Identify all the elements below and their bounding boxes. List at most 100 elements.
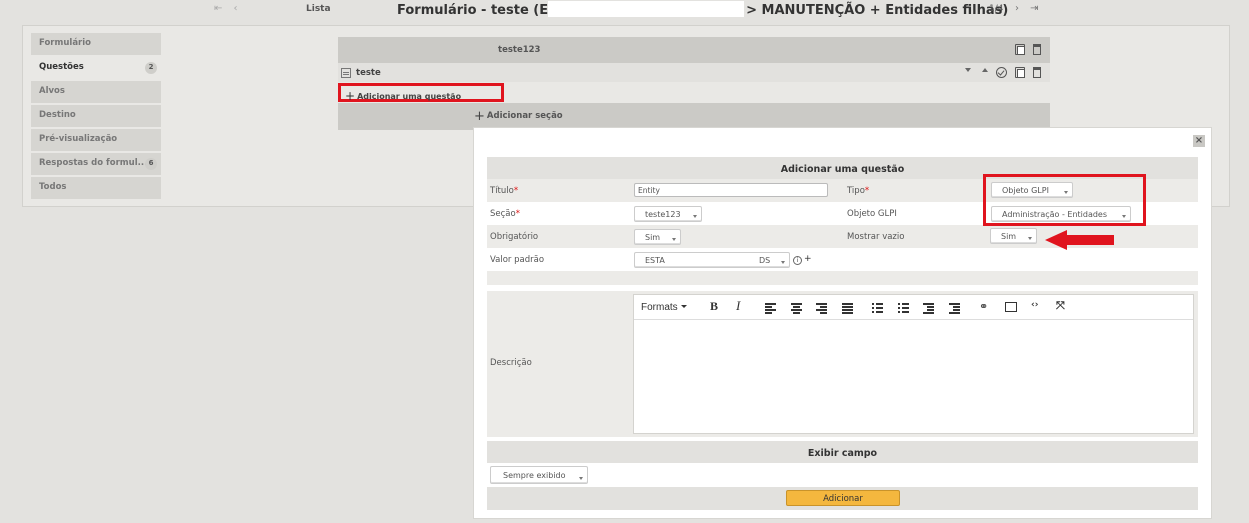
add-question-button[interactable]: + Adicionar uma questão	[338, 83, 504, 103]
mostrar-vazio-label: Mostrar vazio	[847, 232, 905, 242]
adicionar-button[interactable]: Adicionar	[786, 490, 900, 506]
sidebar-item-label: Destino	[39, 110, 76, 120]
delete-section-icon[interactable]	[1033, 44, 1041, 55]
secao-select-value: teste123	[645, 210, 681, 219]
sidebar-item-destino[interactable]: Destino	[31, 105, 161, 127]
exibir-campo-title: Exibir campo	[487, 441, 1198, 463]
redacted-area	[548, 1, 745, 17]
section-block: teste123 teste + Adicionar uma questão + A…	[338, 37, 1050, 132]
add-question-row: + Adicionar uma questão	[338, 82, 1050, 103]
info-icon[interactable]: i	[793, 256, 802, 265]
link-icon[interactable]: ⚭	[979, 300, 988, 313]
formats-dropdown[interactable]: Formats	[641, 302, 687, 313]
objeto-glpi-label: Objeto GLPI	[847, 209, 897, 219]
section-title: teste123	[498, 45, 541, 55]
plus-icon: +	[345, 89, 356, 103]
next-last-arrows[interactable]: › ⇥	[1015, 3, 1043, 14]
first-prev-arrows[interactable]: ⇤ ‹	[214, 3, 242, 14]
secao-label: Seção*	[490, 209, 520, 219]
question-label[interactable]: teste	[356, 68, 381, 78]
delete-question-icon[interactable]	[1033, 67, 1041, 78]
sidebar-item-label: Formulário	[39, 38, 91, 48]
question-row: teste	[338, 63, 1050, 82]
valor-padrao-select[interactable]: ESTA DS	[634, 252, 790, 268]
rich-text-editor[interactable]: Formats B I ⚭ ‹› ⤧	[633, 294, 1194, 434]
section-header: teste123	[338, 37, 1050, 63]
title-end: > MANUTENÇÃO + Entidades filhas)	[746, 3, 1009, 18]
chevron-down-icon	[672, 238, 676, 241]
align-center-icon[interactable]	[791, 303, 802, 314]
sidebar-item-questoes[interactable]: Questões 2	[31, 57, 161, 79]
obrigatorio-select-value: Sim	[645, 233, 661, 242]
code-icon[interactable]: ‹›	[1031, 300, 1038, 310]
titulo-input[interactable]: Entity	[634, 183, 828, 197]
required-mark: *	[515, 209, 520, 219]
required-toggle-icon[interactable]	[996, 67, 1007, 78]
justify-icon[interactable]	[842, 303, 853, 314]
question-drag-icon[interactable]	[341, 68, 351, 78]
description-row: Descrição Formats B I ⚭ ‹› ⤧	[487, 291, 1198, 437]
valor-padrao-value-end: DS	[759, 256, 771, 265]
highlight-box	[983, 174, 1146, 226]
italic-icon[interactable]: I	[736, 298, 740, 314]
required-mark: *	[513, 186, 519, 196]
count-badge: 6	[145, 158, 157, 170]
move-up-icon[interactable]	[982, 68, 988, 72]
duplicate-question-icon[interactable]	[1015, 67, 1025, 78]
add-section-button[interactable]: + Adicionar seção	[474, 109, 563, 124]
align-right-icon[interactable]	[816, 303, 827, 314]
add-section-row: + Adicionar seção	[338, 103, 1050, 130]
chevron-down-icon	[1028, 237, 1032, 240]
close-icon[interactable]: ×	[1193, 135, 1205, 147]
duplicate-section-icon[interactable]	[1015, 44, 1025, 55]
mostrar-vazio-select-value: Sim	[1001, 232, 1017, 241]
obrigatorio-label: Obrigatório	[490, 232, 539, 242]
move-down-icon[interactable]	[965, 68, 971, 72]
titulo-label-text: Título	[490, 186, 514, 196]
sidebar-item-todos[interactable]: Todos	[31, 177, 161, 199]
submit-row: Adicionar	[487, 487, 1198, 510]
add-value-plus-icon[interactable]: +	[804, 254, 812, 264]
valor-padrao-label: Valor padrão	[490, 255, 545, 265]
title-start: Formulário - teste (E	[397, 3, 549, 18]
outdent-icon[interactable]	[923, 303, 934, 314]
valor-padrao-value-start: ESTA	[645, 256, 665, 265]
red-arrow-icon	[1045, 230, 1114, 250]
image-icon[interactable]	[1005, 302, 1017, 312]
secao-select[interactable]: teste123	[634, 206, 702, 222]
sidebar-item-label: Alvos	[39, 86, 65, 96]
tipo-label: Tipo*	[847, 186, 869, 196]
sidebar-item-label: Questões	[39, 62, 84, 72]
sidebar-item-label: Pré-visualização	[39, 134, 118, 144]
sidebar-item-respostas[interactable]: Respostas do formul... 6	[31, 153, 161, 175]
bullet-list-icon[interactable]	[872, 303, 883, 313]
page-title: Formulário - teste (E > MANUTENÇÃO + Enti…	[397, 1, 1008, 18]
pager-count: 1/4	[989, 4, 1004, 14]
titulo-label: Título*	[490, 186, 518, 196]
sidebar: Formulário Questões 2 Alvos Destino Pré-v…	[31, 33, 161, 201]
align-left-icon[interactable]	[765, 303, 776, 314]
bold-icon[interactable]: B	[710, 299, 718, 314]
add-question-label: Adicionar uma questão	[357, 92, 462, 101]
mostrar-vazio-select[interactable]: Sim	[990, 228, 1037, 244]
chevron-down-icon	[781, 261, 785, 264]
visibility-select[interactable]: Sempre exibido	[490, 466, 588, 484]
add-section-label: Adicionar seção	[486, 111, 563, 121]
top-bar: ⇤ ‹ Lista Formulário - teste (E > MANUTEN…	[0, 0, 1249, 20]
descricao-label: Descrição	[490, 358, 532, 368]
indent-icon[interactable]	[949, 303, 960, 314]
fullscreen-icon[interactable]: ⤧	[1056, 299, 1065, 313]
obrigatorio-select[interactable]: Sim	[634, 229, 681, 245]
chevron-down-icon	[680, 305, 687, 308]
spacer-row	[487, 271, 1198, 285]
sidebar-item-label: Respostas do formul...	[39, 158, 148, 168]
sidebar-item-alvos[interactable]: Alvos	[31, 81, 161, 103]
sidebar-item-formulario[interactable]: Formulário	[31, 33, 161, 55]
sidebar-item-pre-visualizacao[interactable]: Pré-visualização	[31, 129, 161, 151]
tipo-label-text: Tipo	[847, 186, 865, 196]
count-badge: 2	[145, 62, 157, 74]
chevron-down-icon	[693, 215, 697, 218]
numbered-list-icon[interactable]	[898, 303, 909, 313]
list-link[interactable]: Lista	[306, 4, 331, 14]
required-mark: *	[864, 186, 870, 196]
